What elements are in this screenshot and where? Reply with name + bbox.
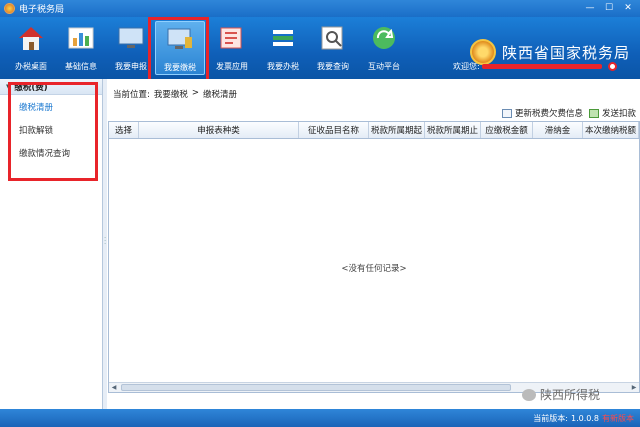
col-period-end[interactable]: 税款所属期止 <box>425 122 481 138</box>
version-label: 当前版本: <box>533 413 568 423</box>
watermark: 陕西所得税 <box>522 386 600 403</box>
refresh-arrears-button[interactable]: 更新税费欠费信息 <box>501 107 583 119</box>
left-nav-panel: ▼ 缴税(费) 缴税清册 扣款解锁 缴款情况查询 <box>0 79 103 409</box>
refresh-icon <box>368 23 400 53</box>
empty-records-text: <没有任何记录> <box>341 264 407 274</box>
tax-list-grid: 选择 申报表种类 征收品目名称 税款所属期起 税款所属期止 应缴税金额 滞纳金 … <box>108 121 640 393</box>
close-icon[interactable]: ✕ <box>620 2 636 14</box>
send-deduction-button[interactable]: 发送扣款 <box>588 107 636 119</box>
scroll-left-icon[interactable]: ◀ <box>109 383 119 392</box>
breadcrumb: 当前位置: 我要缴税 > 缴税清册 <box>113 88 238 100</box>
highlight-frame-toolbar <box>148 17 209 83</box>
window-title: 电子税务局 <box>19 5 65 15</box>
status-bar: 当前版本: 1.0.0.8 有新版本 <box>0 409 640 427</box>
title-bar: 电子税务局 — ☐ ✕ <box>0 0 640 17</box>
send-icon <box>588 108 599 118</box>
col-select[interactable]: 选择 <box>109 122 139 138</box>
welcome-label: 欢迎您: <box>453 62 480 71</box>
toolbar-button-desktop[interactable]: 办税桌面 <box>6 21 56 75</box>
brand-name: 陕西省国家税务局 <box>501 43 630 62</box>
monitor-icon <box>115 23 147 53</box>
wechat-icon <box>522 388 536 401</box>
magnifier-icon <box>317 23 349 53</box>
toolbar-button-interact[interactable]: 互动平台 <box>359 21 409 75</box>
welcome-area: 欢迎您: <box>453 61 617 72</box>
col-current-payment[interactable]: 本次缴纳税额 <box>583 122 639 138</box>
col-tax-amount[interactable]: 应缴税金额 <box>481 122 533 138</box>
grid-header: 选择 申报表种类 征收品目名称 税款所属期起 税款所属期止 应缴税金额 滞纳金 … <box>109 122 639 139</box>
toolbar-button-handle-tax[interactable]: 我要办税 <box>258 21 308 75</box>
col-period-start[interactable]: 税款所属期起 <box>369 122 425 138</box>
stack-icon <box>267 23 299 53</box>
invoice-icon <box>216 23 248 53</box>
toolbar-button-invoice[interactable]: 发票应用 <box>207 21 257 75</box>
col-late-fee[interactable]: 滞纳金 <box>533 122 583 138</box>
col-item-name[interactable]: 征收品目名称 <box>299 122 369 138</box>
scroll-right-icon[interactable]: ▶ <box>629 383 639 392</box>
col-form-type[interactable]: 申报表种类 <box>139 122 299 138</box>
update-notice[interactable]: 有新版本 <box>602 413 634 424</box>
toolbar-button-query[interactable]: 我要查询 <box>308 21 358 75</box>
redacted-username <box>481 64 602 69</box>
user-menu-icon[interactable] <box>607 62 617 71</box>
highlight-frame-nav <box>8 82 98 181</box>
minimize-icon[interactable]: — <box>582 2 598 14</box>
refresh-doc-icon <box>501 108 512 118</box>
toolbar-button-basic-info[interactable]: 基础信息 <box>56 21 106 75</box>
main-content: 当前位置: 我要缴税 > 缴税清册 更新税费欠费信息 发送扣款 选择 申报表种类… <box>107 79 640 409</box>
house-icon <box>15 23 47 53</box>
action-bar: 更新税费欠费信息 发送扣款 <box>501 107 636 119</box>
app-logo-icon <box>4 3 15 14</box>
version-value: 1.0.0.8 <box>571 413 599 423</box>
window-controls: — ☐ ✕ <box>582 2 636 14</box>
bar-chart-icon <box>65 23 97 53</box>
scroll-thumb[interactable] <box>121 384 511 391</box>
maximize-icon[interactable]: ☐ <box>601 2 617 14</box>
